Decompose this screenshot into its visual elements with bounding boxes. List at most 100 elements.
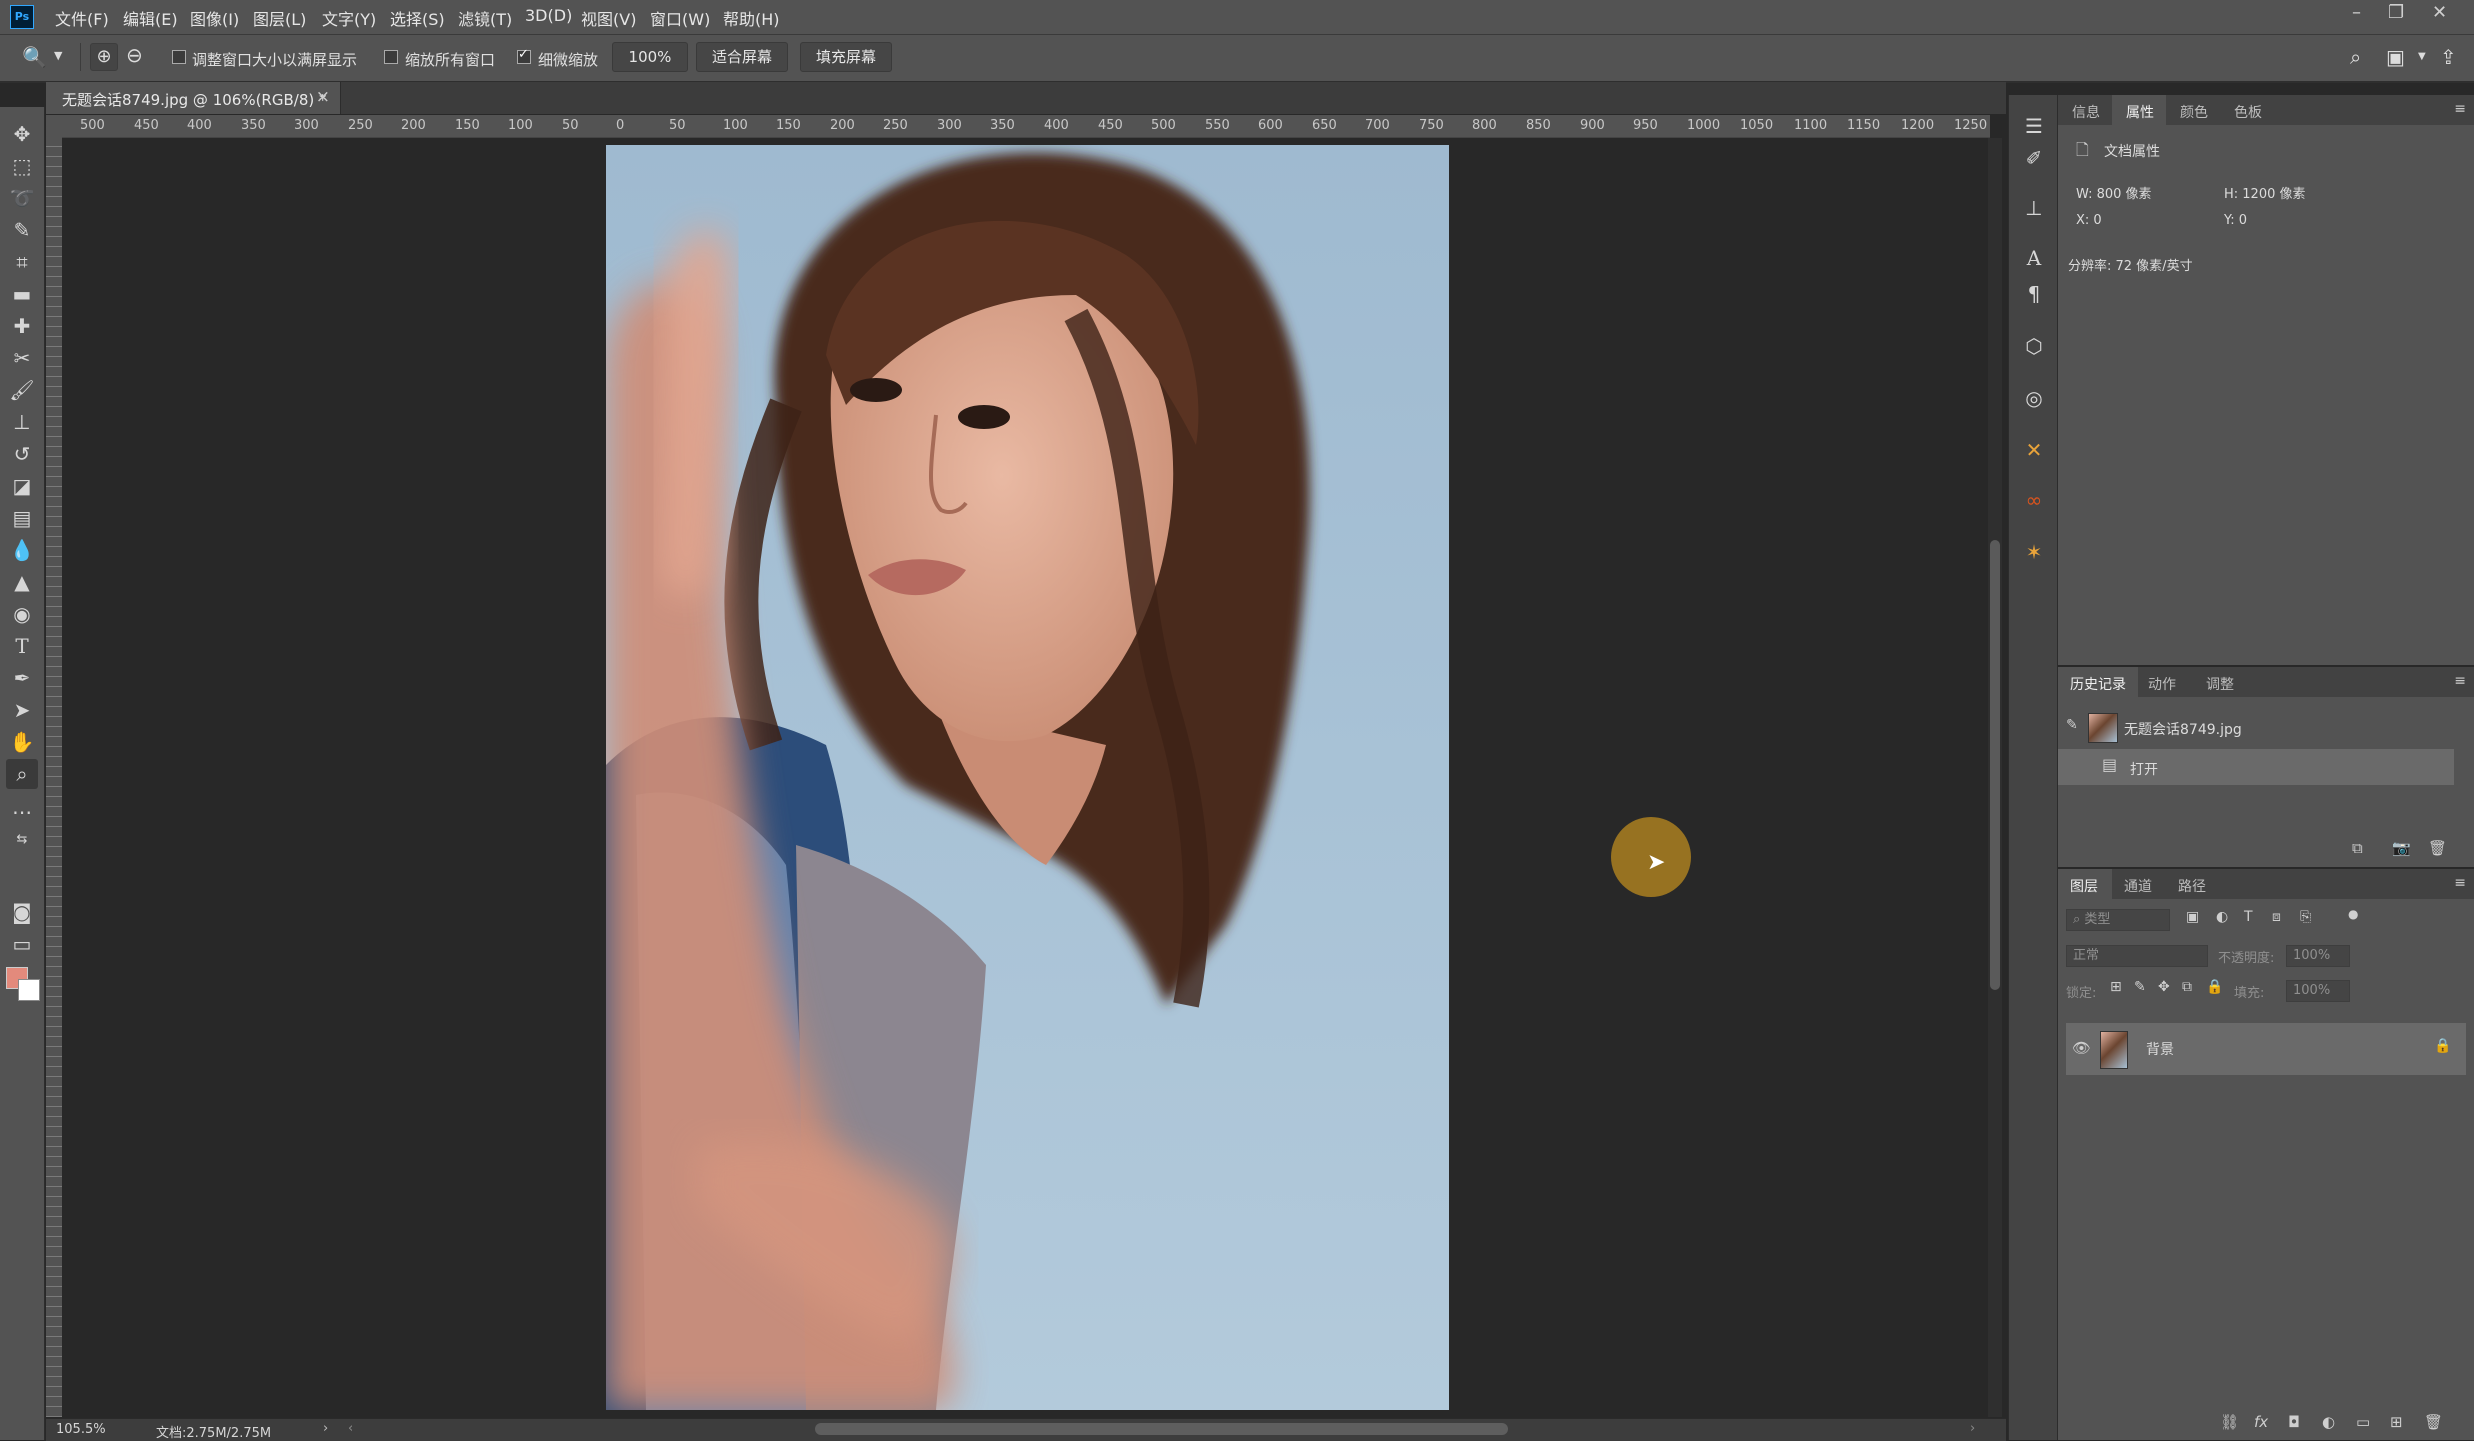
share-icon[interactable]: ⇪ bbox=[2440, 45, 2457, 69]
tab-actions[interactable]: 动作 bbox=[2148, 674, 2176, 694]
plugin-tools-icon[interactable]: ✕ bbox=[2021, 437, 2047, 463]
menu-help[interactable]: 帮助(H) bbox=[723, 6, 780, 30]
horizontal-ruler[interactable]: 500 450 400 350 300 250 200 150 100 50 0 50 100 150 20… bbox=[62, 115, 1990, 138]
swap-colors-icon[interactable]: ⇆ bbox=[6, 831, 38, 849]
chevron-down-icon[interactable]: ▼ bbox=[54, 49, 62, 62]
delete-state-icon[interactable]: 🗑 bbox=[2428, 839, 2447, 857]
dodge-tool-icon[interactable]: ▲ bbox=[6, 567, 38, 597]
menu-type[interactable]: 文字(Y) bbox=[322, 6, 376, 30]
horizontal-scrollbar-thumb[interactable] bbox=[815, 1423, 1508, 1435]
lock-position-icon[interactable]: ✥ bbox=[2158, 979, 2170, 995]
status-menu-arrow-icon[interactable]: › bbox=[323, 1421, 328, 1436]
snapshot-camera-icon[interactable]: 📷 bbox=[2392, 839, 2411, 857]
pattern-tool-icon[interactable]: ✂ bbox=[6, 343, 38, 373]
plugin-magic-icon[interactable]: ✶ bbox=[2021, 539, 2047, 565]
panel-menu-icon[interactable]: ≡ bbox=[2454, 875, 2466, 891]
visibility-eye-icon[interactable]: 👁 bbox=[2072, 1039, 2091, 1057]
scrubby-zoom-checkbox[interactable] bbox=[517, 47, 531, 64]
blend-mode-select[interactable]: 正常 bbox=[2066, 945, 2208, 967]
minimize-icon[interactable]: – bbox=[2352, 2, 2361, 23]
menu-layer[interactable]: 图层(L) bbox=[253, 6, 306, 30]
vertical-scrollbar-thumb[interactable] bbox=[1990, 540, 2000, 990]
blur-tool-icon[interactable]: 💧 bbox=[6, 535, 38, 565]
menu-filter[interactable]: 滤镜(T) bbox=[458, 6, 512, 30]
zoom-level[interactable]: 105.5% bbox=[56, 1422, 106, 1437]
vertical-ruler[interactable] bbox=[46, 137, 63, 1417]
tab-layers[interactable]: 图层 bbox=[2070, 876, 2098, 896]
filter-adjustment-icon[interactable]: ◐ bbox=[2216, 909, 2228, 925]
screen-mode-icon[interactable]: ▭ bbox=[6, 929, 38, 959]
new-layer-icon[interactable]: ⊞ bbox=[2390, 1413, 2403, 1431]
plugin-link-icon[interactable]: ∞ bbox=[2021, 487, 2047, 513]
3d-object-icon[interactable]: ◉ bbox=[6, 599, 38, 629]
opacity-field[interactable]: 100% bbox=[2286, 945, 2350, 967]
3d-panel-icon[interactable]: ⬡ bbox=[2021, 333, 2047, 359]
document-tab[interactable]: 无题会话8749.jpg @ 106%(RGB/8) * × bbox=[46, 82, 341, 114]
menu-select[interactable]: 选择(S) bbox=[390, 6, 445, 30]
workspace-icon[interactable]: ▣ bbox=[2386, 45, 2405, 69]
lasso-tool-icon[interactable]: ➰ bbox=[6, 183, 38, 213]
scroll-right-icon[interactable]: › bbox=[1970, 1421, 1975, 1436]
brush-settings-icon[interactable]: ✐ bbox=[2021, 145, 2047, 171]
filter-type-icon[interactable]: T bbox=[2244, 909, 2253, 925]
resize-windows-checkbox[interactable] bbox=[172, 50, 186, 64]
tab-properties[interactable]: 属性 bbox=[2126, 102, 2154, 122]
tab-history[interactable]: 历史记录 bbox=[2070, 674, 2126, 694]
lock-image-icon[interactable]: ✎ bbox=[2134, 979, 2146, 995]
layer-filter-type[interactable]: ⌕ 类型 bbox=[2066, 909, 2170, 931]
filter-pixel-icon[interactable]: ▣ bbox=[2186, 909, 2199, 925]
type-tool-icon[interactable]: T bbox=[6, 631, 38, 661]
quick-select-tool-icon[interactable]: ✎ bbox=[6, 215, 38, 245]
history-snapshot[interactable]: ✎ 无题会话8749.jpg bbox=[2058, 709, 2454, 745]
zoom-all-windows-checkbox[interactable] bbox=[384, 50, 398, 64]
menu-view[interactable]: 视图(V) bbox=[581, 6, 636, 30]
history-brush-source-icon[interactable]: ✎ bbox=[2066, 717, 2078, 733]
layer-row-background[interactable]: 👁 背景 🔒 bbox=[2066, 1023, 2466, 1075]
healing-brush-icon[interactable]: ✚ bbox=[6, 311, 38, 341]
zoom-100-button[interactable]: 100% bbox=[612, 42, 688, 72]
delete-layer-icon[interactable]: 🗑 bbox=[2424, 1413, 2443, 1431]
more-tools-icon[interactable]: ⋯ bbox=[6, 797, 38, 827]
zoom-tool-preset-icon[interactable]: 🔍 bbox=[22, 45, 47, 69]
fill-field[interactable]: 100% bbox=[2286, 980, 2350, 1002]
close-tab-icon[interactable]: × bbox=[316, 87, 330, 107]
fit-screen-button[interactable]: 适合屏幕 bbox=[696, 42, 788, 72]
tab-color[interactable]: 颜色 bbox=[2180, 102, 2208, 122]
eraser-tool-icon[interactable]: ◪ bbox=[6, 471, 38, 501]
clone-stamp-icon[interactable]: ⊥ bbox=[6, 407, 38, 437]
lock-artboard-icon[interactable]: ⧉ bbox=[2182, 979, 2192, 995]
lock-transparent-icon[interactable]: ⊞ bbox=[2110, 979, 2122, 995]
tab-info[interactable]: 信息 bbox=[2072, 102, 2100, 122]
panel-menu-icon[interactable]: ≡ bbox=[2454, 673, 2466, 689]
zoom-out-icon[interactable]: ⊖ bbox=[126, 43, 143, 67]
marquee-tool-icon[interactable]: ⬚ bbox=[6, 151, 38, 181]
pen-tool-icon[interactable]: ✒ bbox=[6, 663, 38, 693]
zoom-tool-icon[interactable]: ⌕ bbox=[6, 759, 38, 789]
filter-shape-icon[interactable]: ⧈ bbox=[2272, 909, 2281, 925]
document-image[interactable] bbox=[606, 145, 1449, 1410]
properties-panel-icon[interactable]: ☰ bbox=[2021, 113, 2047, 139]
tab-channels[interactable]: 通道 bbox=[2124, 876, 2152, 896]
workspace-chevron-icon[interactable]: ▼ bbox=[2418, 51, 2426, 62]
tab-paths[interactable]: 路径 bbox=[2178, 876, 2206, 896]
hand-tool-icon[interactable]: ✋ bbox=[6, 727, 38, 757]
crop-tool-icon[interactable]: ⌗ bbox=[6, 247, 38, 277]
history-brush-icon[interactable]: ↺ bbox=[6, 439, 38, 469]
quick-mask-icon[interactable]: ◙ bbox=[6, 897, 38, 927]
menu-image[interactable]: 图像(I) bbox=[190, 6, 239, 30]
scroll-left-icon[interactable]: ‹ bbox=[348, 1421, 353, 1436]
filter-toggle-icon[interactable]: ● bbox=[2348, 907, 2358, 921]
filter-smart-object-icon[interactable]: ⎘ bbox=[2300, 909, 2311, 925]
move-tool-icon[interactable]: ✥ bbox=[6, 119, 38, 149]
history-step[interactable]: ▤ 打开 bbox=[2058, 749, 2454, 785]
lock-all-icon[interactable]: 🔒 bbox=[2206, 979, 2223, 995]
zoom-in-icon[interactable]: ⊕ bbox=[90, 43, 118, 71]
brush-tool-icon[interactable]: 🖌 bbox=[6, 375, 38, 405]
new-group-icon[interactable]: ▭ bbox=[2356, 1413, 2370, 1431]
menu-window[interactable]: 窗口(W) bbox=[650, 6, 710, 30]
menu-edit[interactable]: 编辑(E) bbox=[123, 6, 178, 30]
paragraph-panel-icon[interactable]: ¶ bbox=[2021, 281, 2047, 307]
search-icon[interactable]: ⌕ bbox=[2350, 45, 2361, 69]
link-layers-icon[interactable]: ⛓ bbox=[2220, 1413, 2239, 1431]
restore-icon[interactable]: ❐ bbox=[2388, 2, 2404, 23]
